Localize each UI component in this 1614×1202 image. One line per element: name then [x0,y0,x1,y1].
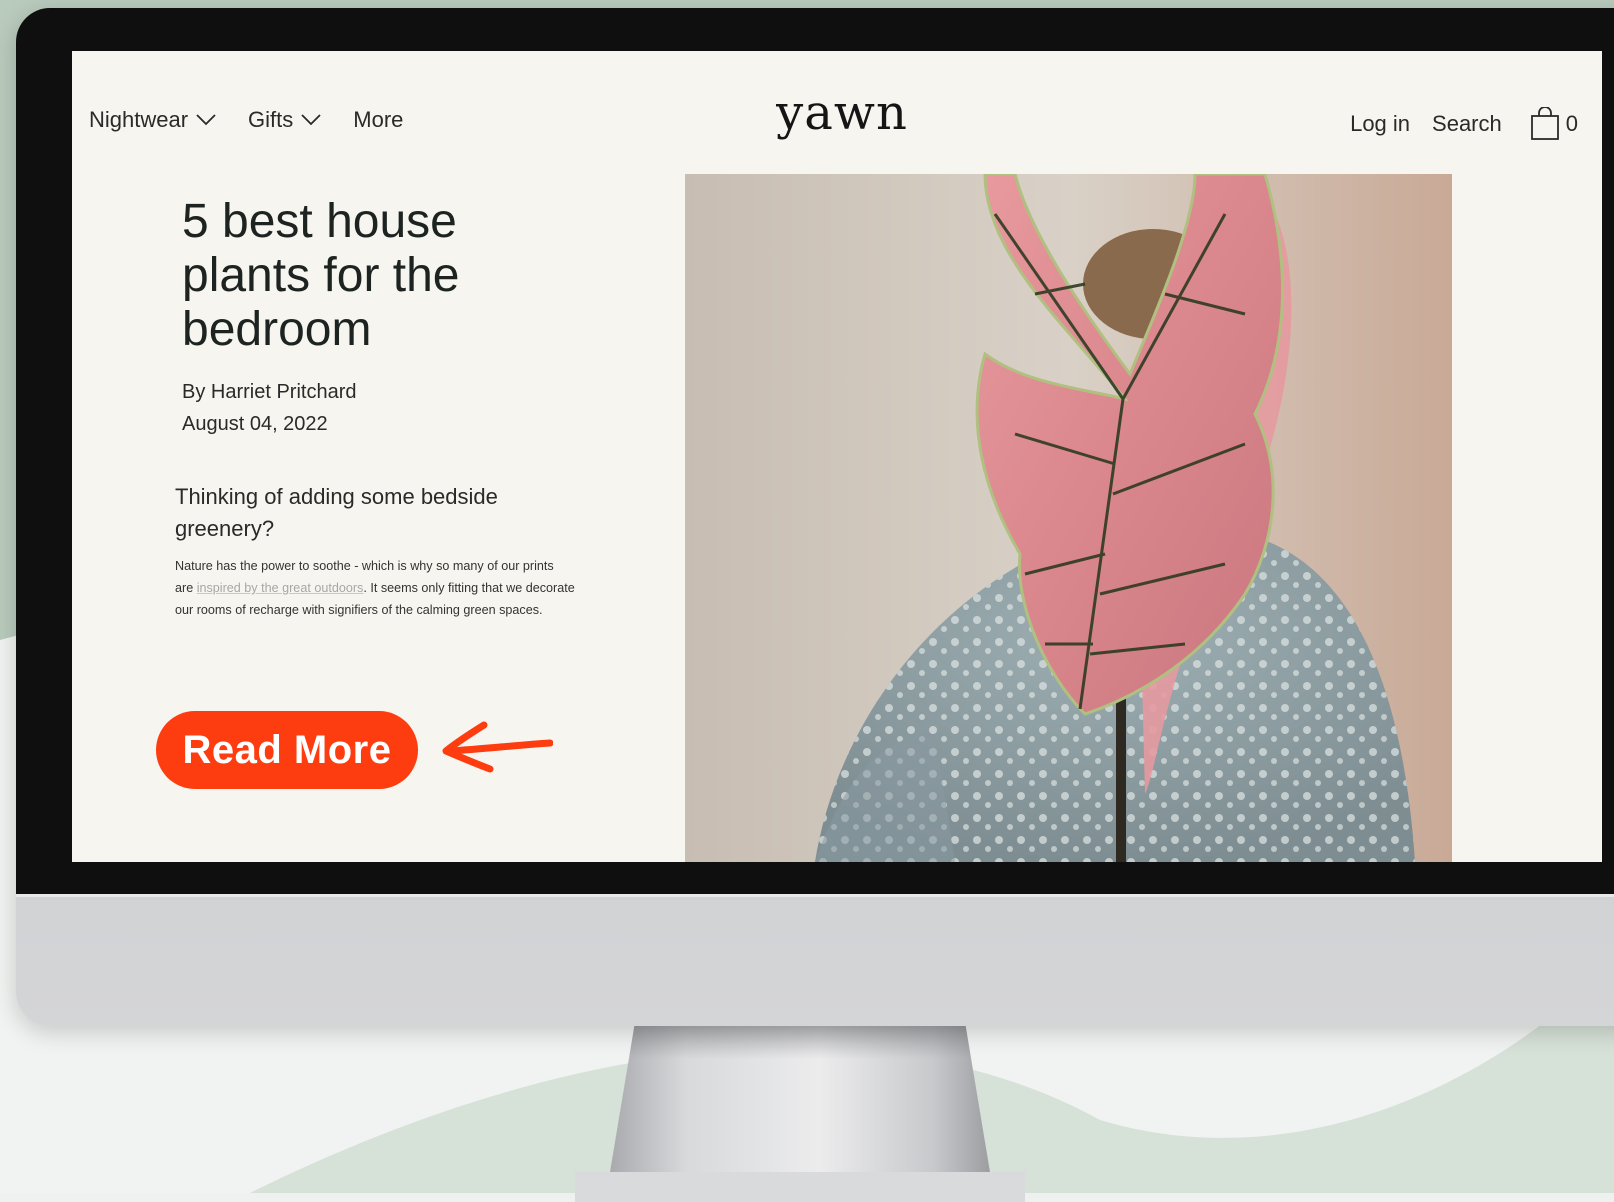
article-date: August 04, 2022 [182,413,328,435]
cart-button[interactable]: 0 [1530,107,1578,141]
site-logo-text: yawn [776,85,908,141]
account-nav: Log in Search 0 [1328,107,1578,141]
search-link[interactable]: Search [1432,111,1502,137]
article-intro: Nature has the power to soothe - which i… [175,555,575,621]
arrow-left-annotation-icon [442,721,553,773]
article-subheading: Thinking of adding some bedside greenery… [175,484,498,541]
hero-image-plant [685,174,1452,862]
article-author: By Harriet Pritchard [182,381,357,403]
article-title: 5 best house plants for the bedroom [182,195,460,356]
login-link[interactable]: Log in [1350,111,1410,137]
cart-count: 0 [1565,111,1578,136]
caladium-plant-photo [685,174,1452,862]
website-screen: Nightwear Gifts More yawn Log in Search [72,51,1602,862]
read-more-button[interactable]: Read More [156,711,418,789]
inspired-outdoors-link[interactable]: inspired by the great outdoors [197,581,364,595]
monitor: Nightwear Gifts More yawn Log in Search [16,8,1614,1026]
site-header: Nightwear Gifts More yawn Log in Search [72,51,1602,177]
monitor-chin-divider [16,894,1614,897]
monitor-stand [575,1022,1025,1202]
shopping-bag-icon [1530,107,1559,140]
